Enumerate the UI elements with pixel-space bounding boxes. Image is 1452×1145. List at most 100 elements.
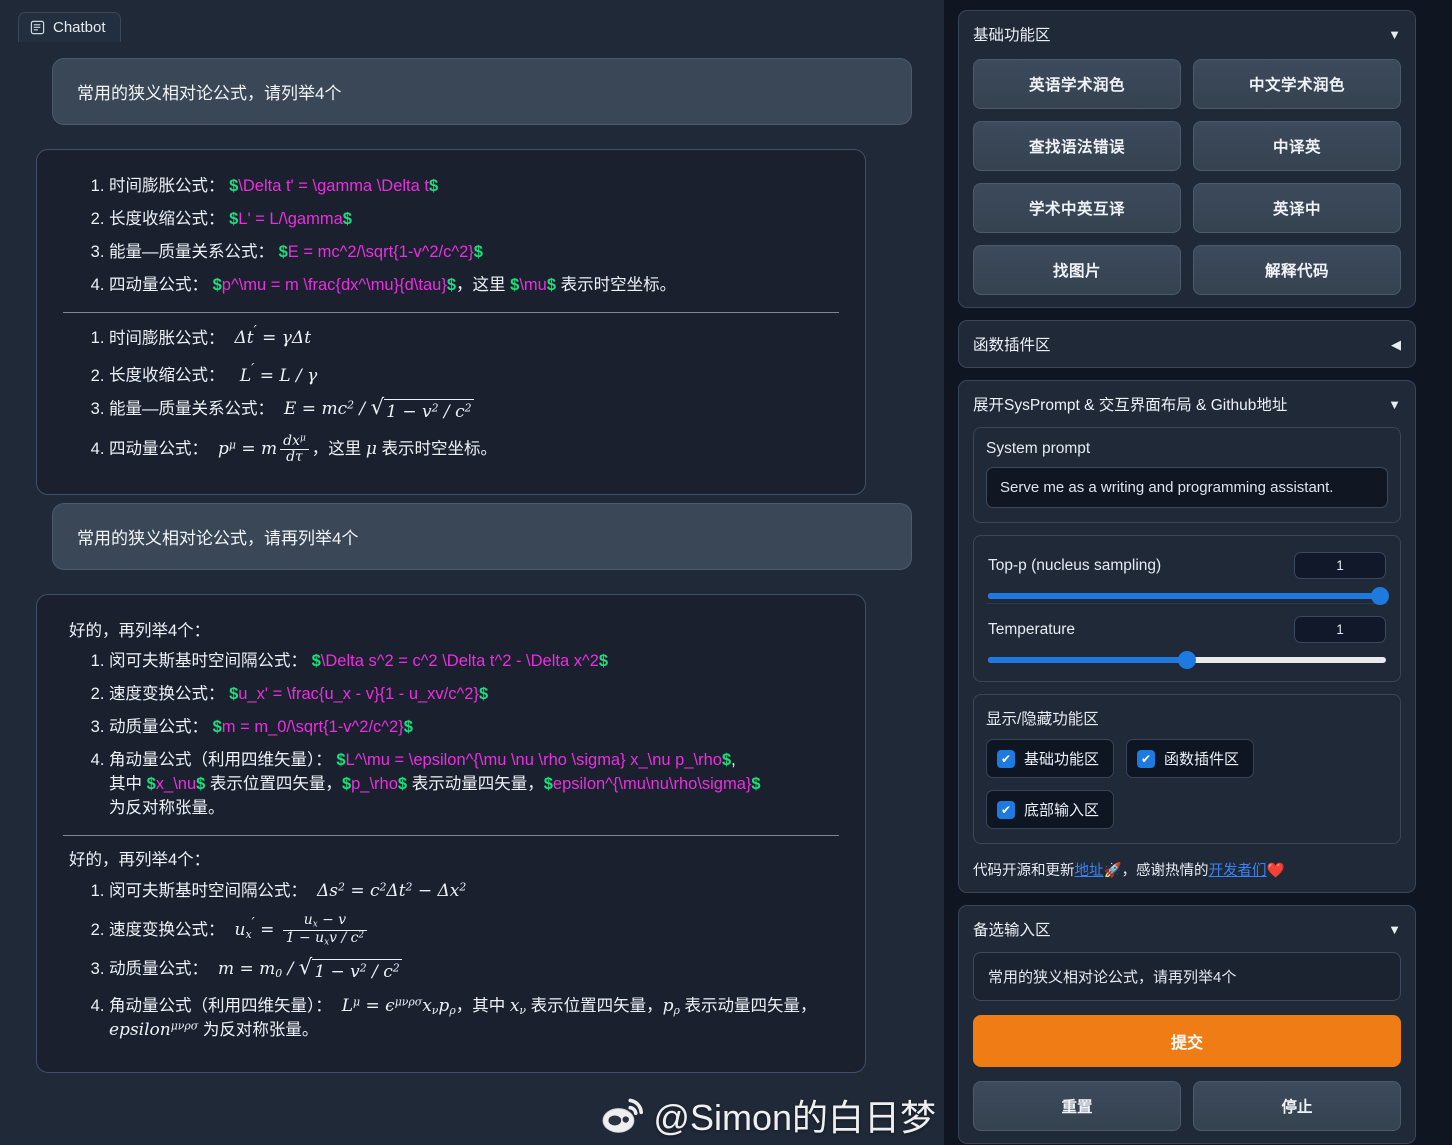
footer-credits: 代码开源和更新地址🚀，感谢热情的开发者们❤️ <box>973 859 1401 880</box>
panel-alt-input-header[interactable]: 备选输入区 ▼ <box>973 918 1401 940</box>
checkbox-label: 基础功能区 <box>1024 751 1100 768</box>
list-item: 速度变换公式： $u_x' = \frac{u_x - v}{1 - u_xv/… <box>109 683 839 707</box>
slider-track-topp[interactable] <box>988 587 1389 605</box>
footer-text-2: ，感谢热情的 <box>1121 863 1209 879</box>
visibility-title: 显示/隐藏功能区 <box>986 711 1099 728</box>
rendered-math-list: 时间膨胀公式： Δt′ = γΔt 长度收缩公式： L′ = L / γ 能量—… <box>87 323 839 466</box>
tab-chatbot[interactable]: Chatbot <box>18 12 121 42</box>
sidebar-column: 基础功能区 ▼ 英语学术润色 中文学术润色 查找语法错误 中译英 学术中英互译 … <box>958 0 1438 1145</box>
list-item: 动质量公式： m = m0 / √1 − v2 / c2 <box>109 957 839 985</box>
slider-value-temperature[interactable]: 1 <box>1294 616 1386 643</box>
checkbox-plugin-area[interactable]: ✔ 函数插件区 <box>1126 739 1255 778</box>
button-academic-zh-en[interactable]: 学术中英互译 <box>973 183 1181 233</box>
chat-message-user: 常用的狭义相对论公式，请列举4个 <box>52 58 912 125</box>
slider-label-temperature: Temperature <box>988 620 1076 638</box>
panel-plugins-header[interactable]: 函数插件区 ◀ <box>973 333 1401 355</box>
slider-knob-topp[interactable] <box>1371 587 1389 605</box>
panel-plugins-title: 函数插件区 <box>973 337 1051 354</box>
button-en-to-zh[interactable]: 英译中 <box>1193 183 1401 233</box>
sampling-sliders-group: Top-p (nucleus sampling) 1 Temperature 1 <box>973 535 1401 682</box>
chevron-left-icon[interactable]: ◀ <box>1391 338 1401 351</box>
checkbox-basic-area[interactable]: ✔ 基础功能区 <box>986 739 1115 778</box>
panel-basic-header[interactable]: 基础功能区 ▼ <box>973 23 1401 45</box>
button-english-polish[interactable]: 英语学术润色 <box>973 59 1181 109</box>
message-text: 常用的狭义相对论公式，请列举4个 <box>77 84 342 103</box>
button-find-image[interactable]: 找图片 <box>973 245 1181 295</box>
button-find-grammar-errors[interactable]: 查找语法错误 <box>973 121 1181 171</box>
link-repo-address[interactable]: 地址 <box>1075 863 1104 879</box>
chevron-down-icon[interactable]: ▼ <box>1388 28 1401 41</box>
chatbot-column: Chatbot 常用的狭义相对论公式，请列举4个 时间膨胀公式： $\Delta… <box>0 0 944 1145</box>
slider-value-topp[interactable]: 1 <box>1294 552 1386 579</box>
reset-button[interactable]: 重置 <box>973 1081 1181 1131</box>
stop-button[interactable]: 停止 <box>1193 1081 1401 1131</box>
divider <box>63 834 839 836</box>
list-item: 动质量公式： $m = m_0/\sqrt{1-v^2/c^2}$ <box>109 716 839 740</box>
footer-text-1: 代码开源和更新 <box>973 863 1075 879</box>
visibility-group: 显示/隐藏功能区 ✔ 基础功能区 ✔ 函数插件区 ✔ 底部输入区 <box>973 694 1401 844</box>
check-icon: ✔ <box>997 749 1015 768</box>
list-item: 长度收缩公式： L′ = L / γ <box>109 360 839 388</box>
slider-knob-temperature[interactable] <box>1178 651 1196 669</box>
list-item: 能量—质量关系公式： E = mc2 / √1 − v2 / c2 <box>109 397 839 425</box>
list-item: 角动量公式（利用四维矢量）： $L^\mu = \epsilon^{\mu \n… <box>109 749 839 821</box>
checkbox-bottom-input-area[interactable]: ✔ 底部输入区 <box>986 790 1115 829</box>
submit-button[interactable]: 提交 <box>973 1015 1401 1067</box>
chat-message-assistant: 好的，再列举4个： 闵可夫斯基时空间隔公式： $\Delta s^2 = c^2… <box>36 594 866 1074</box>
system-prompt-label: System prompt <box>986 440 1091 457</box>
list-item: 闵可夫斯基时空间隔公式： $\Delta s^2 = c^2 \Delta t^… <box>109 650 839 674</box>
panel-alt-input: 备选输入区 ▼ 常用的狭义相对论公式，请再列举4个 提交 重置 停止 <box>958 905 1416 1144</box>
list-item: 时间膨胀公式： Δt′ = γΔt <box>109 323 839 351</box>
system-prompt-input[interactable]: Serve me as a writing and programming as… <box>986 467 1388 508</box>
chevron-down-icon[interactable]: ▼ <box>1388 398 1401 411</box>
panel-basic-functions: 基础功能区 ▼ 英语学术润色 中文学术润色 查找语法错误 中译英 学术中英互译 … <box>958 10 1416 308</box>
chat-message-user: 常用的狭义相对论公式，请再列举4个 <box>52 503 912 571</box>
list-item: 闵可夫斯基时空间隔公式： Δs2 = c2Δt2 − Δx2 <box>109 879 839 904</box>
panel-sysprompt-title: 展开SysPrompt & 交互界面布局 & Github地址 <box>973 397 1288 414</box>
list-item: 四动量公式： $p^\mu = m \frac{dx^\mu}{d\tau}$，… <box>109 274 839 298</box>
panel-alt-input-title: 备选输入区 <box>973 922 1051 939</box>
list-item: 角动量公式（利用四维矢量）： Lμ = ϵμνρσxνpρ，其中 xν 表示位置… <box>109 994 839 1044</box>
list-item: 时间膨胀公式： $\Delta t' = \gamma \Delta t$ <box>109 175 839 199</box>
system-prompt-group: System prompt Serve me as a writing and … <box>973 427 1401 523</box>
rendered-math-list: 闵可夫斯基时空间隔公式： Δs2 = c2Δt2 − Δx2 速度变换公式： u… <box>87 879 839 1044</box>
panel-basic-title: 基础功能区 <box>973 27 1051 44</box>
check-icon: ✔ <box>1137 749 1156 768</box>
rocket-icon: 🚀 <box>1103 863 1122 879</box>
list-item: 长度收缩公式： $L' = L/\gamma$ <box>109 208 839 232</box>
action-button-row: 重置 停止 <box>973 1081 1401 1131</box>
check-icon: ✔ <box>997 800 1015 819</box>
assistant-lead: 好的，再列举4个： <box>69 622 211 641</box>
chevron-down-icon[interactable]: ▼ <box>1388 923 1401 936</box>
chat-message-list: 常用的狭义相对论公式，请列举4个 时间膨胀公式： $\Delta t' = \g… <box>0 42 944 1142</box>
chat-message-assistant: 时间膨胀公式： $\Delta t' = \gamma \Delta t$ 长度… <box>36 149 866 496</box>
button-zh-to-en[interactable]: 中译英 <box>1193 121 1401 171</box>
slider-track-temperature[interactable] <box>988 651 1386 669</box>
visibility-checkbox-row: ✔ 基础功能区 ✔ 函数插件区 <box>986 739 1388 778</box>
alt-input-textarea[interactable]: 常用的狭义相对论公式，请再列举4个 <box>973 952 1401 1001</box>
list-item: 四动量公式： pμ = mdxμdτ，这里 μ 表示时空坐标。 <box>109 434 839 465</box>
list-item: 速度变换公式： ux′ = ux − v1 − uxv / c2 <box>109 912 839 948</box>
assistant-lead-rendered: 好的，再列举4个： <box>69 850 211 869</box>
visibility-checkbox-row-2: ✔ 底部输入区 <box>986 790 1388 829</box>
slider-row-temperature: Temperature 1 <box>986 603 1388 669</box>
tab-strip: Chatbot <box>0 0 944 42</box>
panel-sysprompt: 展开SysPrompt & 交互界面布局 & Github地址 ▼ System… <box>958 380 1416 893</box>
button-chinese-polish[interactable]: 中文学术润色 <box>1193 59 1401 109</box>
basic-function-button-grid: 英语学术润色 中文学术润色 查找语法错误 中译英 学术中英互译 英译中 找图片 … <box>973 59 1401 295</box>
panel-sysprompt-header[interactable]: 展开SysPrompt & 交互界面布局 & Github地址 ▼ <box>973 393 1401 415</box>
link-developers[interactable]: 开发者们 <box>1209 863 1267 879</box>
checkbox-label: 函数插件区 <box>1164 751 1240 768</box>
latex-source-list: 时间膨胀公式： $\Delta t' = \gamma \Delta t$ 长度… <box>87 175 839 298</box>
checkbox-label: 底部输入区 <box>1024 802 1100 819</box>
button-explain-code[interactable]: 解释代码 <box>1193 245 1401 295</box>
list-item: 能量—质量关系公式： $E = mc^2/\sqrt{1-v^2/c^2}$ <box>109 241 839 265</box>
latex-source-list: 闵可夫斯基时空间隔公式： $\Delta s^2 = c^2 \Delta t^… <box>87 650 839 821</box>
chat-document-icon <box>30 20 45 35</box>
slider-row-topp: Top-p (nucleus sampling) 1 <box>986 540 1389 605</box>
panel-plugins[interactable]: 函数插件区 ◀ <box>958 320 1416 368</box>
heart-icon: ❤️ <box>1266 863 1285 879</box>
divider <box>63 311 839 313</box>
app-root: Chatbot 常用的狭义相对论公式，请列举4个 时间膨胀公式： $\Delta… <box>0 0 1452 1145</box>
tab-label: Chatbot <box>53 19 106 36</box>
